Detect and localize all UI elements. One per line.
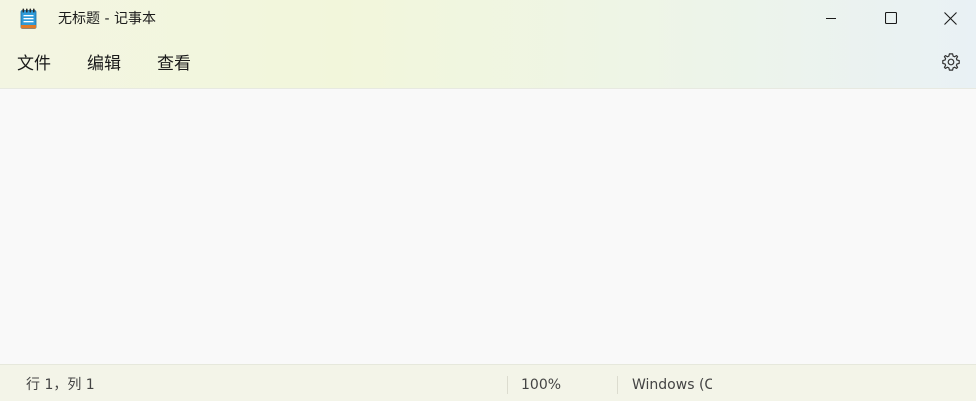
settings-button[interactable]: [937, 50, 965, 78]
gear-icon: [941, 52, 961, 76]
text-editor[interactable]: [0, 89, 976, 364]
status-divider: [617, 376, 618, 394]
maximize-button[interactable]: [861, 0, 921, 36]
close-button[interactable]: [920, 0, 976, 36]
zoom-level: 100%: [521, 377, 562, 393]
title-and-menu-bar: 无标题 - 记事本 文件 编辑 查看: [0, 0, 976, 89]
menu-view[interactable]: 查看: [157, 51, 191, 77]
line-ending: Windows (CRLF): [632, 377, 712, 393]
menu-edit[interactable]: 编辑: [87, 51, 121, 77]
cursor-position: 行 1，列 1: [26, 377, 95, 393]
minimize-icon: [825, 12, 837, 24]
maximize-icon: [885, 12, 897, 24]
window-title: 无标题 - 记事本: [58, 11, 156, 27]
close-icon: [943, 11, 957, 25]
status-bar: 行 1，列 1 100% Windows (CRLF): [0, 364, 976, 401]
menu-file[interactable]: 文件: [17, 51, 51, 77]
notepad-window: 无标题 - 记事本 文件 编辑 查看 行 1，列 1 100% Windows …: [0, 0, 976, 401]
minimize-button[interactable]: [801, 0, 861, 36]
notepad-icon: [20, 8, 37, 30]
status-divider: [507, 376, 508, 394]
